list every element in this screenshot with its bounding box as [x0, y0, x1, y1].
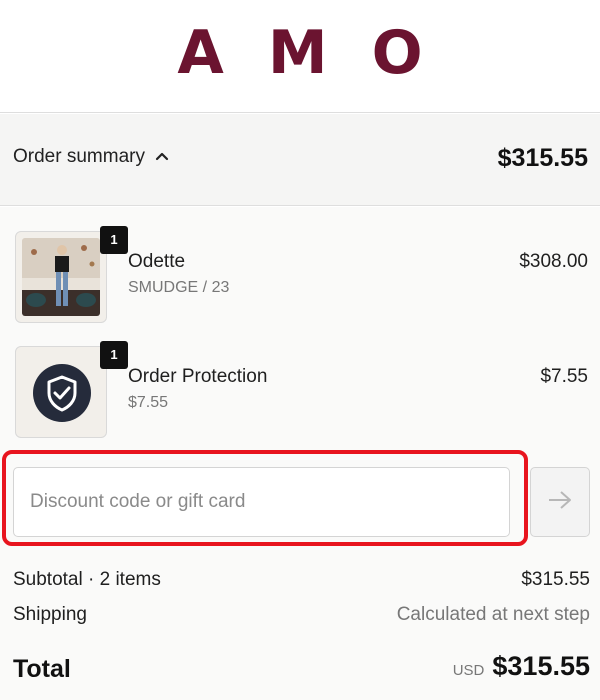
subtotal-value: $315.55	[521, 569, 590, 590]
shield-check-icon	[32, 363, 92, 428]
item-variant: SMUDGE / 23	[128, 279, 230, 296]
chevron-up-icon	[155, 148, 169, 166]
order-summary-bar[interactable]: Order summary $315.55	[0, 114, 600, 206]
shipping-value: Calculated at next step	[396, 604, 590, 625]
order-summary-toggle[interactable]: Order summary	[13, 146, 169, 168]
order-summary-label: Order summary	[13, 146, 145, 167]
total-amount: $315.55	[492, 651, 590, 681]
arrow-right-icon	[547, 489, 573, 516]
store-header: AMO	[0, 0, 600, 113]
quantity-badge: 1	[100, 226, 128, 254]
line-item: 1 Odette SMUDGE / 23 $308.00	[0, 226, 600, 327]
quantity-badge: 1	[100, 341, 128, 369]
line-item: 1 Order Protection $7.55 $7.55	[0, 341, 600, 442]
item-price: $308.00	[519, 251, 588, 272]
order-summary-total: $315.55	[497, 144, 588, 172]
total-currency: USD	[452, 662, 485, 679]
discount-code-input[interactable]	[13, 467, 510, 537]
product-thumbnail: 1	[15, 341, 128, 438]
order-summary-content: 1 Odette SMUDGE / 23 $308.00 1 Order Pro…	[0, 207, 600, 700]
item-name: Odette	[128, 251, 186, 272]
shipping-row: Shipping Calculated at next step	[13, 604, 590, 626]
item-price: $7.55	[540, 366, 588, 387]
product-thumbnail: 1	[15, 226, 128, 323]
subtotal-row: Subtotal · 2 items $315.55	[13, 569, 590, 591]
item-variant: $7.55	[128, 394, 169, 411]
product-photo	[22, 238, 100, 316]
total-value-group: USD $315.55	[453, 651, 590, 682]
store-logo[interactable]: AMO	[0, 18, 600, 88]
shipping-label: Shipping	[13, 604, 87, 625]
subtotal-label: Subtotal · 2 items	[13, 569, 161, 590]
apply-discount-button[interactable]	[530, 467, 590, 537]
total-label: Total	[13, 655, 71, 683]
total-row: Total USD $315.55	[13, 651, 590, 684]
item-name: Order Protection	[128, 366, 268, 387]
